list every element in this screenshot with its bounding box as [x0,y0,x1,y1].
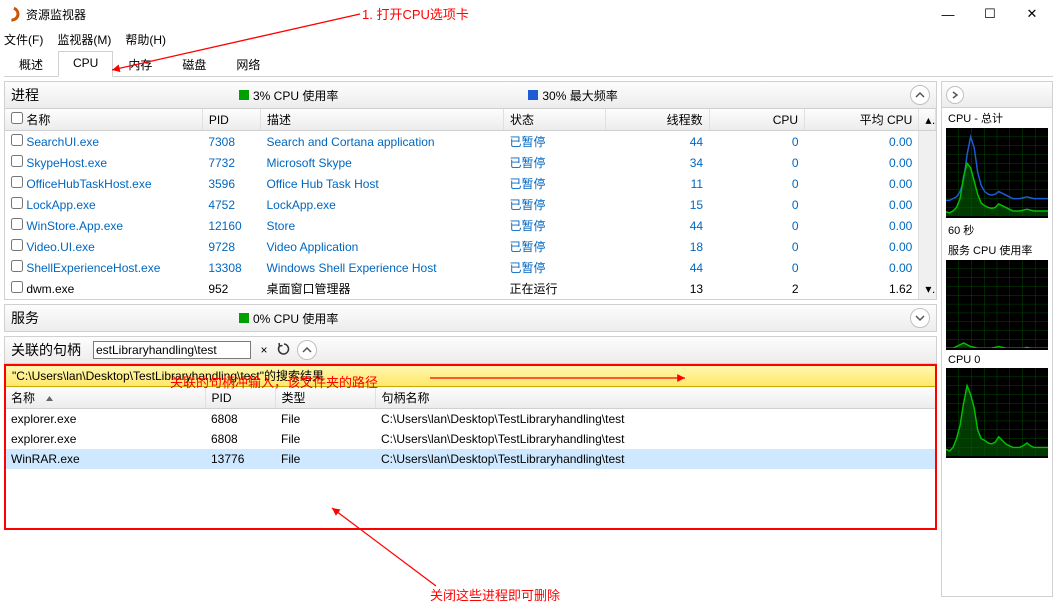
graph-label-cpu-total: CPU - 总计 [942,108,1052,128]
close-button[interactable]: ✕ [1011,0,1053,28]
select-all-checkbox[interactable] [11,112,23,124]
col-cpu[interactable]: CPU [709,109,805,131]
tab-cpu[interactable]: CPU [58,51,113,77]
scrollbar-track[interactable] [919,236,936,257]
handle-row[interactable]: explorer.exe6808FileC:\Users\lan\Desktop… [5,409,936,429]
process-row[interactable]: OfficeHubTaskHost.exe3596Office Hub Task… [5,173,936,194]
scrollbar-track[interactable] [919,173,936,194]
col-desc[interactable]: 描述 [260,109,503,131]
processes-header[interactable]: 进程 3% CPU 使用率 30% 最大频率 [4,81,937,109]
chevron-up-icon [302,345,312,355]
menu-bar: 文件(F) 监视器(M) 帮助(H) [0,28,1057,50]
handle-row[interactable]: WinRAR.exe13776FileC:\Users\lan\Desktop\… [5,449,936,469]
process-row[interactable]: LockApp.exe4752LockApp.exe已暂停1500.00 [5,194,936,215]
process-row[interactable]: Video.UI.exe9728Video Application已暂停1800… [5,236,936,257]
tab-disk[interactable]: 磁盘 [167,51,221,77]
graph-label-cpu0: CPU 0 [942,352,1052,368]
window-title: 资源监视器 [26,6,86,23]
graph-cpu0 [946,368,1048,458]
graph-svc-cpu [946,260,1048,350]
handle-search-input[interactable] [93,341,251,359]
expand-button[interactable] [910,308,930,328]
blue-swatch-icon [528,90,538,100]
row-checkbox[interactable] [11,197,23,209]
sidebar-expand-button[interactable] [946,86,964,104]
handles-title: 关联的句柄 [11,340,81,360]
hcol-hname[interactable]: 句柄名称 [375,387,936,409]
scroll-up-button[interactable]: ▴ [919,109,936,131]
search-results-banner: "C:\Users\lan\Desktop\TestLibraryhandlin… [5,364,936,387]
scrollbar-track[interactable] [919,152,936,173]
cpu-usage-label: 3% CPU 使用率 [253,87,338,104]
tab-overview[interactable]: 概述 [4,51,58,77]
handle-row[interactable]: explorer.exe6808FileC:\Users\lan\Desktop… [5,429,936,449]
process-row[interactable]: dwm.exe952桌面窗口管理器正在运行1321.62▾ [5,278,936,299]
col-avgcpu[interactable]: 平均 CPU [805,109,919,131]
clear-search-button[interactable]: × [257,343,271,357]
handles-table[interactable]: 名称 PID 类型 句柄名称 explorer.exe6808FileC:\Us… [5,387,936,469]
app-icon [4,6,20,22]
scrollbar-track[interactable] [919,215,936,236]
row-checkbox[interactable] [11,176,23,188]
sort-asc-icon [45,394,54,403]
graph-cpu-total [946,128,1048,218]
refresh-icon [277,342,291,356]
hcol-type[interactable]: 类型 [275,387,375,409]
scrollbar-track[interactable] [919,131,936,153]
col-threads[interactable]: 线程数 [605,109,709,131]
refresh-button[interactable] [277,342,291,359]
col-pid[interactable]: PID [202,109,260,131]
processes-panel: 进程 3% CPU 使用率 30% 最大频率 [4,81,937,300]
process-row[interactable]: WinStore.App.exe12160Store已暂停4400.00 [5,215,936,236]
graph-sidebar: CPU - 总计 60 秒 服务 CPU 使用率 CPU 0 [941,81,1053,597]
processes-title: 进程 [11,85,39,105]
tabs: 概述 CPU 内存 磁盘 网络 [4,50,1053,77]
process-row[interactable]: ShellExperienceHost.exe13308Windows Shel… [5,257,936,278]
maximize-button[interactable]: ☐ [969,0,1011,28]
graph-label-svc: 服务 CPU 使用率 [942,240,1052,260]
collapse-button[interactable] [910,85,930,105]
handles-panel: 关联的句柄 × "C:\Users\lan\Desktop\TestLibrar… [4,336,937,530]
col-name[interactable]: 名称 [5,109,202,131]
col-status[interactable]: 状态 [503,109,605,131]
scrollbar-track[interactable] [919,194,936,215]
menu-help[interactable]: 帮助(H) [125,31,166,48]
tab-memory[interactable]: 内存 [113,51,167,77]
row-checkbox[interactable] [11,155,23,167]
chevron-up-icon [915,90,925,100]
handles-collapse-button[interactable] [297,340,317,360]
title-bar: 资源监视器 — ☐ ✕ [0,0,1057,28]
tab-network[interactable]: 网络 [221,51,275,77]
processes-table[interactable]: 名称 PID 描述 状态 线程数 CPU 平均 CPU ▴ SearchUI.e… [5,109,936,299]
services-title: 服务 [11,308,39,328]
hcol-name[interactable]: 名称 [5,387,205,409]
services-header[interactable]: 服务 0% CPU 使用率 [4,304,937,332]
green-swatch-icon [239,313,249,323]
menu-file[interactable]: 文件(F) [4,31,43,48]
row-checkbox[interactable] [11,134,23,146]
row-checkbox[interactable] [11,281,23,293]
process-row[interactable]: SearchUI.exe7308Search and Cortana appli… [5,131,936,153]
scroll-down-button[interactable]: ▾ [919,278,936,299]
row-checkbox[interactable] [11,218,23,230]
services-cpu-label: 0% CPU 使用率 [253,310,338,327]
process-row[interactable]: SkypeHost.exe7732Microsoft Skype已暂停3400.… [5,152,936,173]
hcol-pid[interactable]: PID [205,387,275,409]
green-swatch-icon [239,90,249,100]
row-checkbox[interactable] [11,260,23,272]
scrollbar-track[interactable] [919,257,936,278]
chevron-down-icon [915,313,925,323]
row-checkbox[interactable] [11,239,23,251]
chevron-right-icon [951,91,959,99]
max-freq-label: 30% 最大频率 [542,87,617,104]
menu-monitor[interactable]: 监视器(M) [57,31,111,48]
minimize-button[interactable]: — [927,0,969,28]
graph-label-60sec: 60 秒 [942,220,1052,240]
